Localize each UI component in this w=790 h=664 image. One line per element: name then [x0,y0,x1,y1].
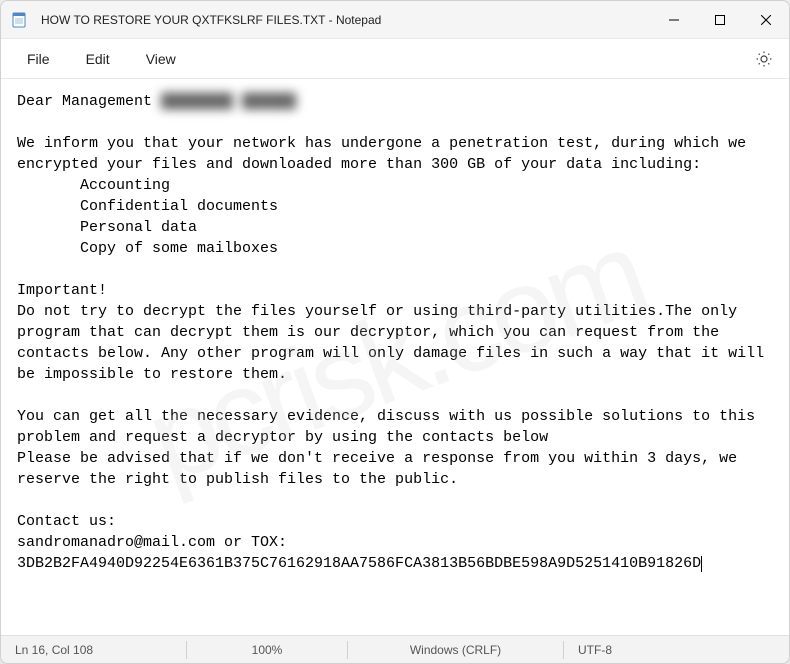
menu-edit[interactable]: Edit [68,45,128,73]
status-zoom[interactable]: 100% [187,636,347,663]
minimize-button[interactable] [651,1,697,38]
doc-list-item: Confidential documents [80,198,278,215]
text-editor-area[interactable]: Dear Management ████████ ██████ We infor… [1,79,789,635]
notepad-window: HOW TO RESTORE YOUR QXTFKSLRF FILES.TXT … [0,0,790,664]
doc-paragraph: Do not try to decrypt the files yourself… [17,303,773,383]
status-encoding[interactable]: UTF-8 [564,636,789,663]
gear-icon [755,50,773,68]
close-button[interactable] [743,1,789,38]
settings-button[interactable] [747,42,781,76]
doc-contact-header: Contact us: [17,513,116,530]
statusbar: Ln 16, Col 108 100% Windows (CRLF) UTF-8 [1,635,789,663]
menu-file[interactable]: File [9,45,68,73]
maximize-button[interactable] [697,1,743,38]
doc-paragraph: Please be advised that if we don't recei… [17,450,746,488]
menu-view[interactable]: View [128,45,194,73]
doc-paragraph: You can get all the necessary evidence, … [17,408,764,446]
doc-paragraph: We inform you that your network has unde… [17,135,755,173]
doc-list-item: Personal data [80,219,197,236]
doc-important: Important! [17,282,107,299]
doc-redacted-name: ████████ ██████ [161,93,296,110]
doc-list-item: Copy of some mailboxes [80,240,278,257]
menubar: File Edit View [1,39,789,79]
window-controls [651,1,789,38]
doc-contact-line: sandromanadro@mail.com or TOX: 3DB2B2FA4… [17,534,701,572]
doc-greeting: Dear Management [17,93,152,110]
titlebar[interactable]: HOW TO RESTORE YOUR QXTFKSLRF FILES.TXT … [1,1,789,39]
doc-list-item: Accounting [80,177,170,194]
status-cursor-position[interactable]: Ln 16, Col 108 [1,636,186,663]
text-cursor [701,556,702,572]
window-title: HOW TO RESTORE YOUR QXTFKSLRF FILES.TXT … [41,13,651,27]
status-line-ending[interactable]: Windows (CRLF) [348,636,563,663]
notepad-icon [11,12,27,28]
